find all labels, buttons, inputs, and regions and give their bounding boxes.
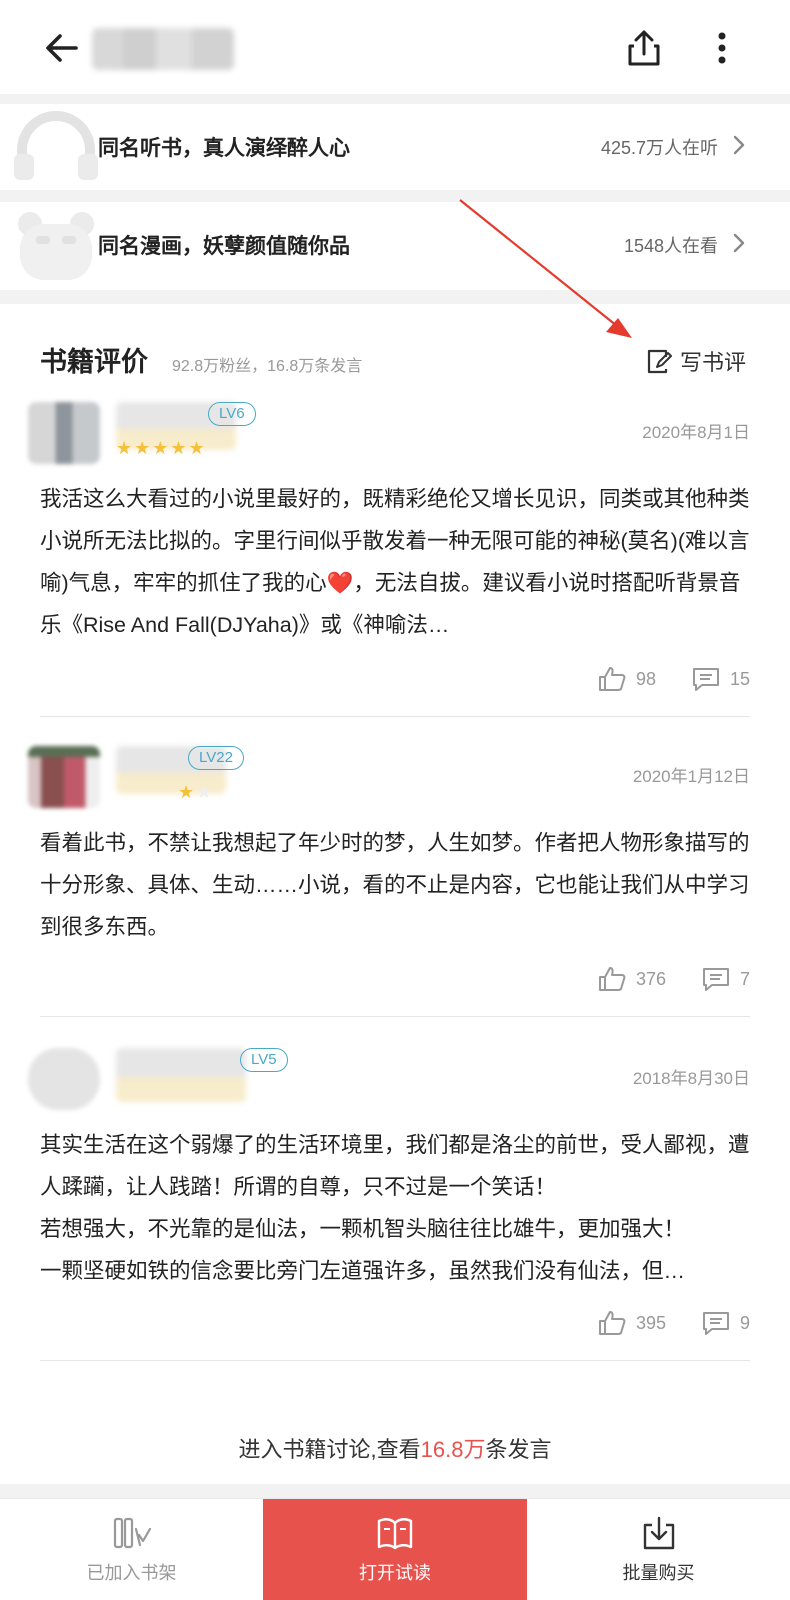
arrow-left-icon [46,34,78,62]
review-content[interactable]: 我活这么大看过的小说里最好的，既精彩绝伦又增长见识，同类或其他种类小说所无法比拟… [40,478,750,646]
like-button[interactable]: 376 [598,966,666,992]
divider [40,716,750,717]
audiobook-promo-label: 同名听书，真人演绎醉人心 [98,137,350,160]
bookshelf-icon [113,1517,151,1549]
comment-button[interactable]: 15 [692,666,750,692]
comment-icon [702,1312,729,1335]
thumbs-up-icon [598,1311,626,1335]
comment-count: 7 [739,968,750,989]
avatar[interactable] [28,402,100,464]
download-icon [643,1516,674,1550]
batch-purchase-button[interactable]: 批量购买 [527,1499,790,1600]
share-button[interactable] [622,26,666,70]
edit-note-icon [647,349,672,374]
like-count: 376 [635,968,666,989]
read-label: 打开试读 [359,1563,431,1583]
review-content[interactable]: 其实生活在这个弱爆了的生活环境里，我们都是洛尘的前世，受人鄙视，遭人蹂躏，让人践… [40,1124,750,1292]
book-title-blurred [92,28,234,70]
rating-stars: ★★ [178,782,215,802]
divider [0,94,790,104]
added-to-shelf-button[interactable]: 已加入书架 [0,1499,263,1600]
level-badge: LV22 [188,746,244,770]
share-icon [628,30,660,66]
review-actions: 395 9 [598,1308,750,1338]
comic-promo-label: 同名漫画，妖孽颜值随你品 [98,235,350,258]
divider [0,290,790,304]
chevron-right-icon [733,233,745,253]
more-options-button[interactable] [710,26,734,70]
rating-stars: ★★★★★ [116,438,207,458]
open-trial-read-button[interactable]: 打开试读 [263,1499,527,1600]
divider [0,190,790,202]
like-count: 98 [635,668,656,689]
review-actions: 376 7 [598,964,750,994]
level-badge: LV5 [240,1048,288,1072]
avatar[interactable] [28,746,100,808]
back-button[interactable] [40,26,84,70]
divider [40,1016,750,1017]
divider [0,1484,790,1498]
section-title: 书籍评价 [40,347,148,377]
discussion-post-count: 16.8万 [420,1437,486,1462]
comment-button[interactable]: 7 [702,966,750,992]
audiobook-listener-count: 425.7万人在听 [600,138,718,158]
comment-count: 9 [739,1312,750,1333]
write-review-label: 写书评 [680,350,747,375]
enter-discussion-link[interactable]: 进入书籍讨论,查看16.8万条发言 [0,1432,790,1464]
more-vertical-icon [718,32,726,64]
section-subtitle: 92.8万粉丝，16.8万条发言 [172,358,363,375]
like-button[interactable]: 98 [598,666,656,692]
audiobook-promo-row[interactable]: 同名听书，真人演绎醉人心 425.7万人在听 [0,104,790,190]
comment-button[interactable]: 9 [702,1310,750,1336]
review-date: 2020年1月12日 [632,767,750,786]
comic-icon [18,212,94,280]
buy-label: 批量购买 [622,1563,695,1583]
top-bar [0,0,790,94]
username-blurred[interactable] [116,1048,246,1102]
review-date: 2018年8月30日 [632,1069,750,1088]
like-count: 395 [635,1312,666,1333]
write-review-button[interactable]: 写书评 [646,344,746,378]
level-badge: LV6 [208,402,256,426]
open-book-icon [377,1518,413,1550]
divider [40,1360,750,1361]
comment-count: 15 [729,668,750,689]
bottom-action-bar: 已加入书架 打开试读 批量购买 [0,1498,790,1600]
thumbs-up-icon [598,967,626,991]
comic-promo-row[interactable]: 同名漫画，妖孽颜值随你品 1548人在看 [0,202,790,288]
headphones-icon [14,111,98,180]
review-date: 2020年8月1日 [642,423,750,442]
comic-reader-count: 1548人在看 [623,236,718,256]
review-actions: 98 15 [598,664,750,694]
review-content[interactable]: 看着此书，不禁让我想起了年少时的梦，人生如梦。作者把人物形象描写的十分形象、具体… [40,822,750,948]
comment-icon [702,968,729,991]
thumbs-up-icon [598,667,626,691]
comment-icon [692,668,719,691]
chevron-right-icon [733,135,745,155]
like-button[interactable]: 395 [598,1310,666,1336]
shelf-label: 已加入书架 [86,1563,177,1583]
discussion-link-suffix: 条发言 [485,1437,552,1462]
avatar[interactable] [28,1048,100,1110]
discussion-link-prefix: 进入书籍讨论,查看 [238,1437,421,1462]
